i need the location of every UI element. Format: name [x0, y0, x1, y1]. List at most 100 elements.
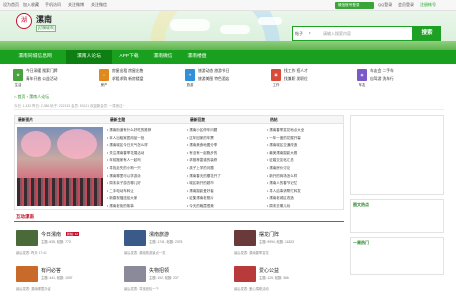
nav-item-home[interactable]: 漯南同城信息网	[6, 50, 64, 64]
quick-link[interactable]: 洗车行	[382, 77, 393, 81]
quick-link[interactable]: 房屋出租	[112, 69, 127, 73]
quick-link[interactable]: 房屋出售	[128, 69, 143, 73]
list-item[interactable]: • 漯南老城区改造	[267, 195, 343, 203]
featured-photo[interactable]	[17, 127, 103, 206]
qq-login-link[interactable]: QQ登录	[378, 2, 392, 8]
forum-card[interactable]: 失物招领 主题: 192, 帖数: 237 最后发表: 寻找钱包一个	[124, 266, 224, 296]
forum-card[interactable]: 爱心公益 主题: 125, 帖数: 366 最后发表: 爱心捐助活动	[234, 266, 334, 296]
list-item[interactable]: • 寻人启事请帮忙转发	[267, 188, 343, 196]
list-item[interactable]: • 漯南摄影爱好者	[187, 188, 265, 196]
list-item[interactable]: • 新春祝福送给大家	[107, 195, 185, 203]
list-item[interactable]: • 漯南房价讨论	[267, 165, 343, 173]
list-item[interactable]: • 漯南春天的樱花开了	[187, 173, 265, 181]
add-favorite-link[interactable]: 加入收藏	[23, 2, 39, 8]
quick-link[interactable]: 特色酒店	[214, 77, 229, 81]
list-item[interactable]: • 漯南春季赏花地点大全	[267, 127, 343, 135]
breadcrumb-home[interactable]: 首页	[18, 94, 26, 99]
list-item[interactable]: • 关注漯南春季花展活动	[107, 150, 185, 158]
quick-link[interactable]: 今日采暖	[26, 69, 41, 73]
quick-link[interactable]: 找兼职	[284, 77, 295, 81]
member-login-link[interactable]: 会员登录	[398, 2, 414, 8]
set-homepage-link[interactable]: 设为首页	[3, 2, 19, 8]
nav-item-app[interactable]: APP下载	[112, 50, 146, 64]
forum-stats: 今日: 1,432 昨日: 2,386 帖子: 222133 会员: 53121…	[14, 103, 444, 110]
breadcrumb-current[interactable]: 漯南人论坛	[29, 94, 49, 99]
list-item[interactable]: • 今天的晚霞很美	[187, 203, 265, 211]
quick-link[interactable]: 新房楼盘	[128, 77, 143, 81]
forum-last-post[interactable]: 最后发表: 漯南旅游景点一览	[124, 250, 165, 255]
list-item[interactable]: • 征集漯南老照片	[187, 195, 265, 203]
quick-link[interactable]: 旅游美图	[198, 77, 213, 81]
list-item[interactable]: • 二手电动车转让	[107, 188, 185, 196]
list-item[interactable]: • 周末去哪儿玩	[267, 203, 343, 211]
quick-link[interactable]: 二手车	[382, 69, 393, 73]
forum-last-post[interactable]: 最后发表: 寻找钱包一个	[124, 286, 159, 291]
list-item[interactable]: • 有没有一起跑步的	[187, 150, 265, 158]
site-logo[interactable]: 湖	[16, 13, 32, 29]
list-item[interactable]: • 求推荐靠谱的装修	[187, 157, 265, 165]
list-item[interactable]: • 征婚交友帖汇总	[267, 157, 343, 165]
search-box[interactable]: 帖子 ▾ 请输入搜索内容	[292, 26, 413, 41]
quick-link[interactable]: 旅游节日	[214, 69, 229, 73]
forum-last-post[interactable]: 最后发表: 昨天 17:41	[16, 250, 47, 255]
list-item[interactable]: • 漯南老街的故事	[107, 203, 185, 211]
forum-card[interactable]: 摆龙门阵 主题: 9994, 帖数: 11823 最后发表: 漯南春季赏花	[234, 230, 334, 260]
list-item[interactable]: • 漯南城区今日天气怎么样	[107, 142, 185, 150]
search-type-select[interactable]: 帖子	[295, 31, 303, 37]
quick-link[interactable]: 搜索门牌	[42, 69, 57, 73]
list-item[interactable]: • 漯南城区交通改造	[267, 142, 343, 150]
list-item[interactable]: • 寻找走失的小狗一只	[107, 165, 185, 173]
home-icon[interactable]: ⌂	[14, 94, 16, 99]
quick-group-label: 生活	[14, 83, 22, 87]
travel-icon: ✈	[185, 69, 195, 81]
nav-item-wechat[interactable]: 漯南微信	[146, 50, 180, 64]
quick-link[interactable]: 发职位	[296, 77, 307, 81]
list-item[interactable]: • 最美漯南摄影大赛	[267, 150, 343, 158]
list-item[interactable]: • 过年回家的车票	[187, 135, 265, 143]
register-link[interactable]: 注册帐号	[420, 2, 436, 8]
quick-link[interactable]: 青年开放	[26, 77, 41, 81]
quick-link[interactable]: 公益活动	[42, 77, 57, 81]
forum-name[interactable]: 有问必答	[41, 267, 61, 274]
forum-name[interactable]: 今日漯南	[41, 231, 61, 238]
crowd-image	[17, 178, 103, 206]
follow-weibo-link[interactable]: 关注微博	[68, 2, 84, 8]
forum-name[interactable]: 漯南旅游	[149, 231, 169, 238]
list-item[interactable]: • 年前搬家有人一起吗	[107, 157, 185, 165]
forum-card[interactable]: 有问必答 主题: 441, 帖数: 1097 最后发表: 漯南哪里办证	[16, 266, 116, 296]
forum-last-post[interactable]: 最后发表: 漯南哪里办证	[16, 286, 51, 291]
quick-link[interactable]: 车友会	[370, 69, 381, 73]
list-item[interactable]: • 周末亲子游去哪儿好	[107, 180, 185, 188]
forum-last-post[interactable]: 最后发表: 漯南春季赏花	[234, 250, 269, 255]
quick-link[interactable]: 找工作	[284, 69, 295, 73]
search-button[interactable]: 搜索	[413, 26, 441, 41]
search-input[interactable]: 请输入搜索内容	[323, 31, 351, 37]
forum-card[interactable]: 漯南旅游 主题: 1741, 帖数: 2375 最后发表: 漯南旅游景点一览	[124, 230, 224, 260]
wechat-login-button[interactable]: 微信账号登录	[335, 2, 374, 9]
latest-content-panel: 最新图片 最新主题 最新回复 热帖 • 漯南街道有什么好吃的推荐 • 本人出租家…	[14, 115, 344, 210]
nav-item-housing[interactable]: 漯南楼盘	[180, 50, 214, 64]
mobile-access-link[interactable]: 手机访问	[45, 2, 61, 8]
list-item[interactable]: • 孩子上学的问题	[187, 165, 265, 173]
forum-last-post[interactable]: 最后发表: 爱心捐助活动	[234, 286, 269, 291]
follow-wechat-link[interactable]: 关注微信	[91, 2, 107, 8]
quick-link[interactable]: 求租求购	[112, 77, 127, 81]
quick-link[interactable]: 招人才	[296, 69, 307, 73]
forum-card[interactable]: 今日漯南 新帖: 12 主题: 635, 帖数: 773 最后发表: 昨天 17…	[16, 230, 116, 260]
list-item[interactable]: • 漯南小区停车问题	[187, 127, 265, 135]
list-item[interactable]: • 漯南美食地图分享	[187, 142, 265, 150]
list-item[interactable]: • 漯南街道有什么好吃的推荐	[107, 127, 185, 135]
list-item[interactable]: • 一年一度的花展开幕	[267, 135, 343, 143]
forum-name[interactable]: 失物招领	[149, 267, 169, 274]
forum-name[interactable]: 爱心公益	[259, 267, 279, 274]
list-item[interactable]: • 漯南哪里可以学游泳	[107, 173, 185, 181]
list-item[interactable]: • 新开的商场怎么样	[267, 173, 343, 181]
quick-link[interactable]: 旅游动态	[198, 69, 213, 73]
forum-name[interactable]: 摆龙门阵	[259, 231, 279, 238]
list-item[interactable]: • 漯南人的春节记忆	[267, 180, 343, 188]
nav-item-forum[interactable]: 漯南人论坛	[66, 50, 112, 64]
list-item[interactable]: • 本人出租家居用品一批	[107, 135, 185, 143]
quick-link[interactable]: 自驾游	[370, 77, 381, 81]
list-item[interactable]: • 城区新开的超市	[187, 180, 265, 188]
switch-city-link[interactable]: [切换城市]	[36, 25, 57, 32]
